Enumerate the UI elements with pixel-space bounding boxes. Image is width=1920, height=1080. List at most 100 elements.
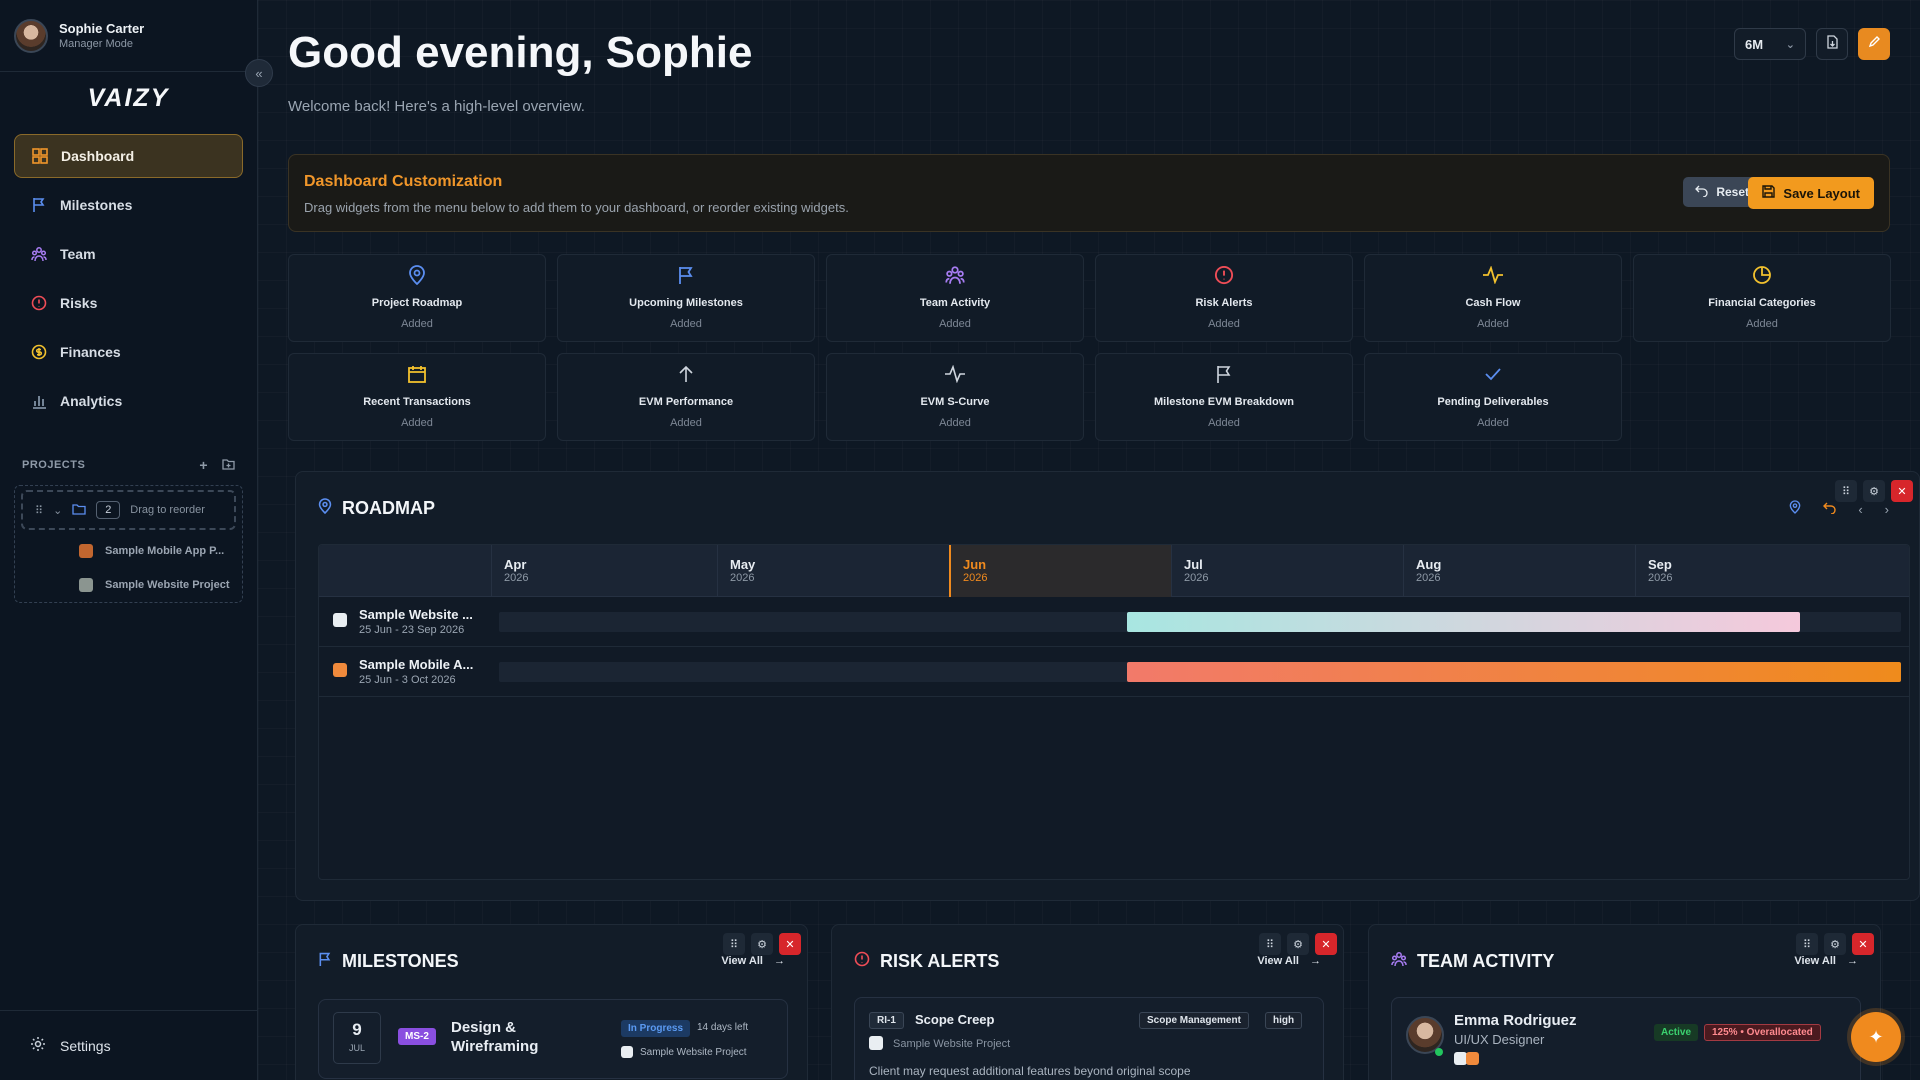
- reset-label: Reset: [1716, 185, 1749, 199]
- map-pin-icon[interactable]: [1789, 500, 1801, 519]
- top-toolbar: 6M ⌄: [1734, 28, 1890, 60]
- user-profile[interactable]: Sophie Carter Manager Mode: [0, 0, 257, 72]
- month-jun-current: Jun 2026: [949, 545, 1171, 597]
- widget-status: Added: [1208, 417, 1240, 429]
- sidebar-item-risks[interactable]: Risks: [14, 281, 243, 325]
- team-view-all-link[interactable]: View All →: [1794, 955, 1858, 967]
- month-name: Sep: [1648, 557, 1672, 572]
- close-icon[interactable]: ✕: [779, 933, 801, 955]
- sidebar-item-analytics[interactable]: Analytics: [14, 379, 243, 423]
- widget-status: Added: [1477, 417, 1509, 429]
- chevrons-left-icon: «: [255, 65, 263, 81]
- risk-alerts-panel: RISK ALERTS ⠿ ⚙ ✕ View All → RI-1 Scope …: [831, 924, 1344, 1080]
- project-item-mobile[interactable]: Sample Mobile App P...: [15, 534, 242, 568]
- timeline-row-mobile[interactable]: Sample Mobile A... 25 Jun - 3 Oct 2026: [319, 647, 1909, 697]
- flag-icon: [677, 265, 695, 290]
- flag-icon: [30, 196, 48, 214]
- month-year: 2026: [963, 572, 988, 584]
- drag-handle-icon[interactable]: ⠿: [35, 504, 43, 517]
- pulse-icon: [944, 364, 966, 388]
- project-item-website[interactable]: Sample Website Project: [15, 568, 242, 602]
- drag-handle-icon[interactable]: ⠿: [723, 933, 745, 955]
- widget-project-roadmap[interactable]: Project Roadmap Added: [288, 254, 546, 342]
- save-layout-button[interactable]: Save Layout: [1748, 177, 1874, 209]
- milestone-card[interactable]: 9 JUL MS-2 Design & Wireframing In Progr…: [318, 999, 788, 1079]
- reset-icon[interactable]: [1823, 501, 1836, 519]
- ai-assistant-button[interactable]: ✦: [1851, 1012, 1901, 1062]
- widget-pending-deliverables[interactable]: Pending Deliverables Added: [1364, 353, 1622, 441]
- chevron-right-icon[interactable]: ›: [1885, 502, 1889, 517]
- chevron-left-icon[interactable]: ‹: [1858, 502, 1862, 517]
- milestone-code-badge: MS-2: [398, 1028, 436, 1045]
- widget-financial-categories[interactable]: Financial Categories Added: [1633, 254, 1891, 342]
- row-project-name: Sample Website ...: [359, 607, 473, 622]
- arrow-up-icon: [678, 365, 694, 388]
- timeline-bar[interactable]: [1127, 612, 1800, 632]
- widget-team-activity[interactable]: Team Activity Added: [826, 254, 1084, 342]
- sidebar-item-team[interactable]: Team: [14, 232, 243, 276]
- milestone-date: 9 JUL: [333, 1012, 381, 1064]
- roadmap-nav-controls: ‹ ›: [1789, 500, 1889, 519]
- month-year: 2026: [1184, 572, 1209, 584]
- risk-category-badge: Scope Management: [1139, 1012, 1249, 1029]
- drag-handle-icon[interactable]: ⠿: [1835, 480, 1857, 502]
- milestones-view-all-link[interactable]: View All →: [721, 955, 785, 967]
- risk-code-badge: RI-1: [869, 1012, 904, 1029]
- widget-cash-flow[interactable]: Cash Flow Added: [1364, 254, 1622, 342]
- collapse-sidebar-button[interactable]: «: [245, 59, 273, 87]
- gear-icon[interactable]: ⚙: [1824, 933, 1846, 955]
- map-pin-icon: [408, 264, 426, 290]
- drag-handle-icon[interactable]: ⠿: [1796, 933, 1818, 955]
- month-jul: Jul 2026: [1171, 545, 1403, 597]
- gear-icon[interactable]: ⚙: [1863, 480, 1885, 502]
- team-member-card[interactable]: Emma Rodriguez UI/UX Designer Active 125…: [1391, 997, 1861, 1080]
- risk-project: Sample Website Project: [893, 1038, 1011, 1050]
- coin-icon: [30, 343, 48, 361]
- widget-evm-performance[interactable]: EVM Performance Added: [557, 353, 815, 441]
- widget-title: Team Activity: [919, 297, 991, 309]
- risk-level-badge: high: [1265, 1012, 1303, 1029]
- sidebar-item-finances[interactable]: Finances: [14, 330, 243, 374]
- widget-upcoming-milestones[interactable]: Upcoming Milestones Added: [557, 254, 815, 342]
- timeline-row-website[interactable]: Sample Website ... 25 Jun - 23 Sep 2026: [319, 597, 1909, 647]
- milestone-month: JUL: [348, 1043, 365, 1053]
- pulse-icon: [1482, 264, 1504, 289]
- export-button[interactable]: [1816, 28, 1848, 60]
- timeline-bar[interactable]: [1127, 662, 1901, 682]
- sidebar-item-milestones[interactable]: Milestones: [14, 183, 243, 227]
- widget-recent-transactions[interactable]: Recent Transactions Added: [288, 353, 546, 441]
- drag-hint: Drag to reorder: [130, 504, 205, 516]
- month-year: 2026: [1648, 572, 1673, 584]
- project-count-badge: 2: [96, 501, 121, 519]
- risk-card[interactable]: RI-1 Scope Creep Scope Management high S…: [854, 997, 1324, 1080]
- new-folder-icon[interactable]: [222, 457, 235, 473]
- close-icon[interactable]: ✕: [1852, 933, 1874, 955]
- widget-milestone-evm-breakdown[interactable]: Milestone EVM Breakdown Added: [1095, 353, 1353, 441]
- gear-icon[interactable]: ⚙: [751, 933, 773, 955]
- milestone-day: 9: [352, 1020, 362, 1039]
- map-pin-icon: [318, 498, 332, 519]
- close-icon[interactable]: ✕: [1315, 933, 1337, 955]
- month-apr: Apr 2026: [491, 545, 717, 597]
- member-role: UI/UX Designer: [1454, 1032, 1545, 1047]
- settings-button[interactable]: Settings: [0, 1010, 258, 1080]
- time-range-select[interactable]: 6M ⌄: [1734, 28, 1806, 60]
- project-label: Sample Mobile App P...: [105, 545, 225, 557]
- time-range-value: 6M: [1745, 36, 1764, 52]
- widget-status: Added: [1477, 318, 1509, 330]
- widget-risk-alerts[interactable]: Risk Alerts Added: [1095, 254, 1353, 342]
- risk-alerts-title: RISK ALERTS: [880, 951, 1000, 971]
- gear-icon[interactable]: ⚙: [1287, 933, 1309, 955]
- add-project-icon[interactable]: +: [199, 457, 208, 473]
- risks-view-all-link[interactable]: View All →: [1257, 955, 1321, 967]
- drag-handle-icon[interactable]: ⠿: [1259, 933, 1281, 955]
- project-folder-drag-zone[interactable]: ⠿ ⌄ 2 Drag to reorder: [21, 490, 236, 530]
- edit-layout-button[interactable]: [1858, 28, 1890, 60]
- sidebar-item-dashboard[interactable]: Dashboard: [14, 134, 243, 178]
- logo: VAIZY: [87, 84, 170, 112]
- user-name: Sophie Carter: [59, 21, 145, 36]
- month-sep: Sep 2026: [1635, 545, 1909, 597]
- close-icon[interactable]: ✕: [1891, 480, 1913, 502]
- widget-evm-s-curve[interactable]: EVM S-Curve Added: [826, 353, 1084, 441]
- chevron-down-icon[interactable]: ⌄: [53, 504, 62, 517]
